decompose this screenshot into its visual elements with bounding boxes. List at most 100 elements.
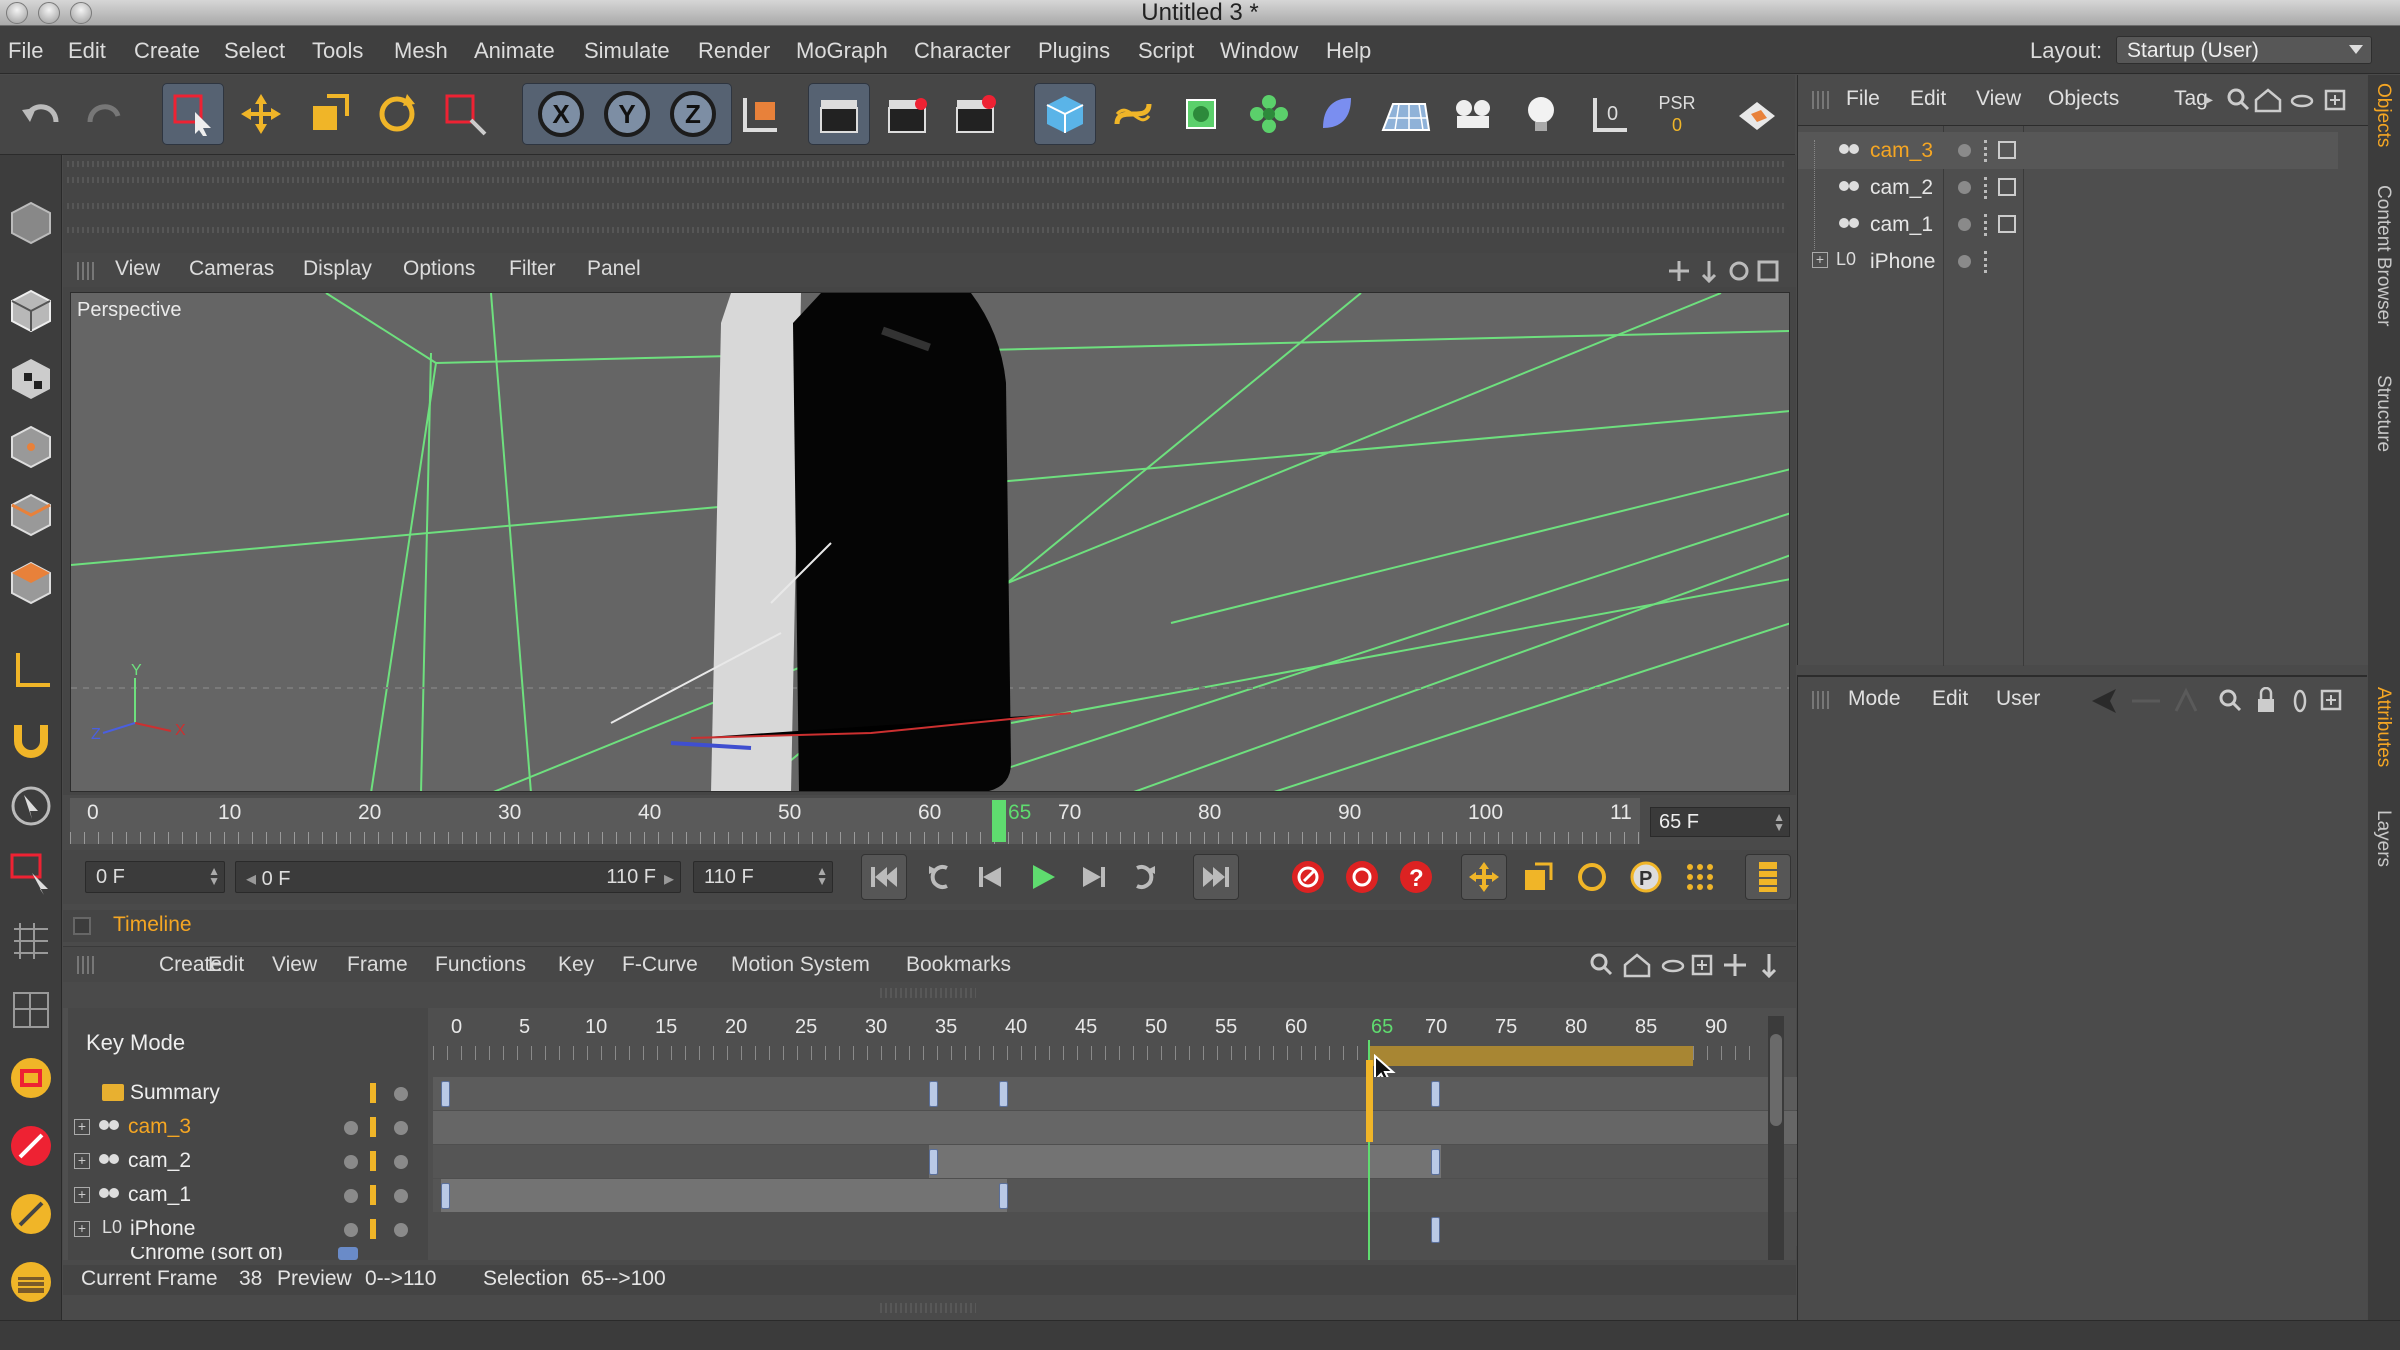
timeline-menu-view[interactable]: View bbox=[272, 953, 317, 977]
go-to-previous-key-button[interactable] bbox=[915, 854, 961, 900]
selected-key-marker[interactable] bbox=[1366, 1060, 1373, 1142]
lock-y-axis-button[interactable]: Y bbox=[604, 91, 650, 137]
selection-range-bar[interactable] bbox=[1368, 1046, 1693, 1066]
iphone-model[interactable] bbox=[711, 293, 1011, 792]
enable-axis-button[interactable] bbox=[4, 643, 58, 697]
timeline-scrollbar[interactable] bbox=[1768, 1016, 1784, 1260]
objects-menu-tag[interactable]: Tag bbox=[2174, 87, 2208, 111]
go-to-start-button[interactable] bbox=[861, 854, 907, 900]
render-settings-button[interactable] bbox=[944, 83, 1006, 145]
timeline-menu-functions[interactable]: Functions bbox=[435, 953, 526, 977]
viewport-menu-filter[interactable]: Filter bbox=[509, 257, 556, 281]
toolbar-grip[interactable] bbox=[67, 227, 1787, 233]
min-frame-field[interactable]: 0 F ▲ ▼ bbox=[85, 861, 225, 893]
object-row-cam-1[interactable]: cam_1 bbox=[1798, 206, 2338, 243]
keyframe-selection-button[interactable]: ? bbox=[1393, 854, 1439, 900]
menu-edit[interactable]: Edit bbox=[68, 38, 106, 64]
visibility-dot-icon[interactable] bbox=[344, 1223, 358, 1237]
menu-render[interactable]: Render bbox=[698, 38, 770, 64]
side-tab-attributes[interactable]: Attributes bbox=[2372, 687, 2394, 767]
expand-button[interactable]: + bbox=[74, 1187, 90, 1203]
more-menu-arrow-icon[interactable]: ▸ bbox=[2204, 89, 2213, 110]
keyframe[interactable] bbox=[441, 1081, 450, 1107]
attributes-menu-edit[interactable]: Edit bbox=[1932, 687, 1968, 711]
editor-visibility-dot[interactable] bbox=[1958, 144, 1971, 157]
expand-button[interactable]: + bbox=[74, 1153, 90, 1169]
render-region-button[interactable] bbox=[1726, 83, 1788, 145]
link-icon[interactable] bbox=[2290, 94, 2314, 108]
preview-range-slider[interactable]: ◂ 0 F 110 F ▸ bbox=[235, 861, 681, 893]
light-object-button[interactable] bbox=[1510, 83, 1572, 145]
editor-visibility-dot[interactable] bbox=[1958, 218, 1971, 231]
camera-target-tag-icon[interactable] bbox=[1998, 141, 2016, 159]
scale-key-toggle[interactable] bbox=[1515, 854, 1561, 900]
object-row-cam-2[interactable]: cam_2 bbox=[1798, 169, 2338, 206]
timeline-menu-edit[interactable]: Edit bbox=[208, 953, 244, 977]
menu-mograph[interactable]: MoGraph bbox=[796, 38, 888, 64]
visibility-dot-icon[interactable] bbox=[344, 1121, 358, 1135]
autokeying-button[interactable] bbox=[1339, 854, 1385, 900]
stepper-arrows-icon[interactable]: ▲ ▼ bbox=[208, 865, 220, 887]
search-icon[interactable] bbox=[2219, 689, 2242, 712]
point-level-animation-toggle[interactable] bbox=[1677, 854, 1723, 900]
deformer-button[interactable] bbox=[1306, 83, 1368, 145]
panel-divider-grip[interactable] bbox=[880, 1303, 976, 1313]
render-picture-viewer-button[interactable] bbox=[876, 83, 938, 145]
rotate-view-icon[interactable] bbox=[1729, 261, 1749, 281]
position-key-toggle[interactable] bbox=[1461, 854, 1507, 900]
link-icon[interactable] bbox=[2293, 689, 2307, 713]
make-editable-button[interactable] bbox=[4, 195, 58, 249]
go-to-next-key-button[interactable] bbox=[1123, 854, 1169, 900]
redo-button[interactable] bbox=[74, 83, 136, 145]
layout-dropdown[interactable]: Startup (User) bbox=[2116, 36, 2372, 64]
tweak-mode-button[interactable] bbox=[4, 847, 58, 901]
expand-button[interactable]: + bbox=[1812, 252, 1828, 268]
timeline-menu-f-curve[interactable]: F-Curve bbox=[622, 953, 698, 977]
menu-file[interactable]: File bbox=[8, 38, 43, 64]
keyframe[interactable] bbox=[1431, 1149, 1440, 1175]
new-window-icon[interactable] bbox=[1691, 954, 1713, 976]
lock-dot-icon[interactable] bbox=[394, 1189, 408, 1203]
stepper-arrows-icon[interactable]: ▲ ▼ bbox=[816, 865, 828, 887]
render-view-button[interactable] bbox=[808, 83, 870, 145]
menu-window[interactable]: Window bbox=[1220, 38, 1298, 64]
object-row-cam-3[interactable]: cam_3 bbox=[1798, 132, 2338, 169]
next-frame-button[interactable] bbox=[1071, 854, 1117, 900]
timeline-row-chrome[interactable]: Chrome (sort of) bbox=[68, 1247, 1758, 1260]
editor-visibility-dot[interactable] bbox=[1958, 181, 1971, 194]
menu-mesh[interactable]: Mesh bbox=[394, 38, 448, 64]
grip-handle-icon[interactable] bbox=[77, 262, 95, 280]
grid-button[interactable] bbox=[4, 915, 58, 969]
up-arrow-icon[interactable] bbox=[2174, 687, 2198, 712]
timeline-menu-bookmarks[interactable]: Bookmarks bbox=[906, 953, 1011, 977]
scrollbar-thumb[interactable] bbox=[1770, 1034, 1782, 1126]
back-arrow-icon[interactable] bbox=[2092, 689, 2116, 713]
zoom-icon[interactable] bbox=[1701, 261, 1717, 283]
rotate-tool-button[interactable] bbox=[366, 83, 428, 145]
layout-button[interactable] bbox=[4, 983, 58, 1037]
timeline-menu-key[interactable]: Key bbox=[558, 953, 594, 977]
paint-tool-button[interactable] bbox=[4, 1187, 58, 1241]
toolbar-grip[interactable] bbox=[67, 203, 1787, 209]
viewport-menu-view[interactable]: View bbox=[115, 257, 160, 281]
toolbar-grip[interactable] bbox=[67, 161, 1787, 167]
lock-x-axis-button[interactable]: X bbox=[538, 91, 584, 137]
menu-create[interactable]: Create bbox=[134, 38, 200, 64]
viewport-menu-panel[interactable]: Panel bbox=[587, 257, 641, 281]
current-frame-marker[interactable] bbox=[992, 800, 1006, 842]
lock-dot-icon[interactable] bbox=[394, 1121, 408, 1135]
undo-button[interactable] bbox=[10, 83, 72, 145]
objects-menu-view[interactable]: View bbox=[1976, 87, 2021, 111]
pan-icon[interactable] bbox=[1669, 261, 1689, 281]
menu-simulate[interactable]: Simulate bbox=[584, 38, 670, 64]
toolbar-grip[interactable] bbox=[67, 177, 1787, 183]
maximize-view-icon[interactable] bbox=[1757, 260, 1779, 282]
frame-ruler[interactable]: 0 10 20 30 40 50 60 65 70 80 90 100 11 bbox=[70, 798, 1640, 844]
viewport-menu-display[interactable]: Display bbox=[303, 257, 372, 281]
attributes-menu-mode[interactable]: Mode bbox=[1848, 687, 1901, 711]
move-tool-button[interactable] bbox=[230, 83, 292, 145]
object-row-iphone[interactable]: + L0 iPhone bbox=[1798, 243, 2338, 280]
side-tab-objects[interactable]: Objects bbox=[2372, 83, 2394, 147]
edges-mode-button[interactable] bbox=[4, 487, 58, 541]
points-mode-button[interactable] bbox=[4, 419, 58, 473]
